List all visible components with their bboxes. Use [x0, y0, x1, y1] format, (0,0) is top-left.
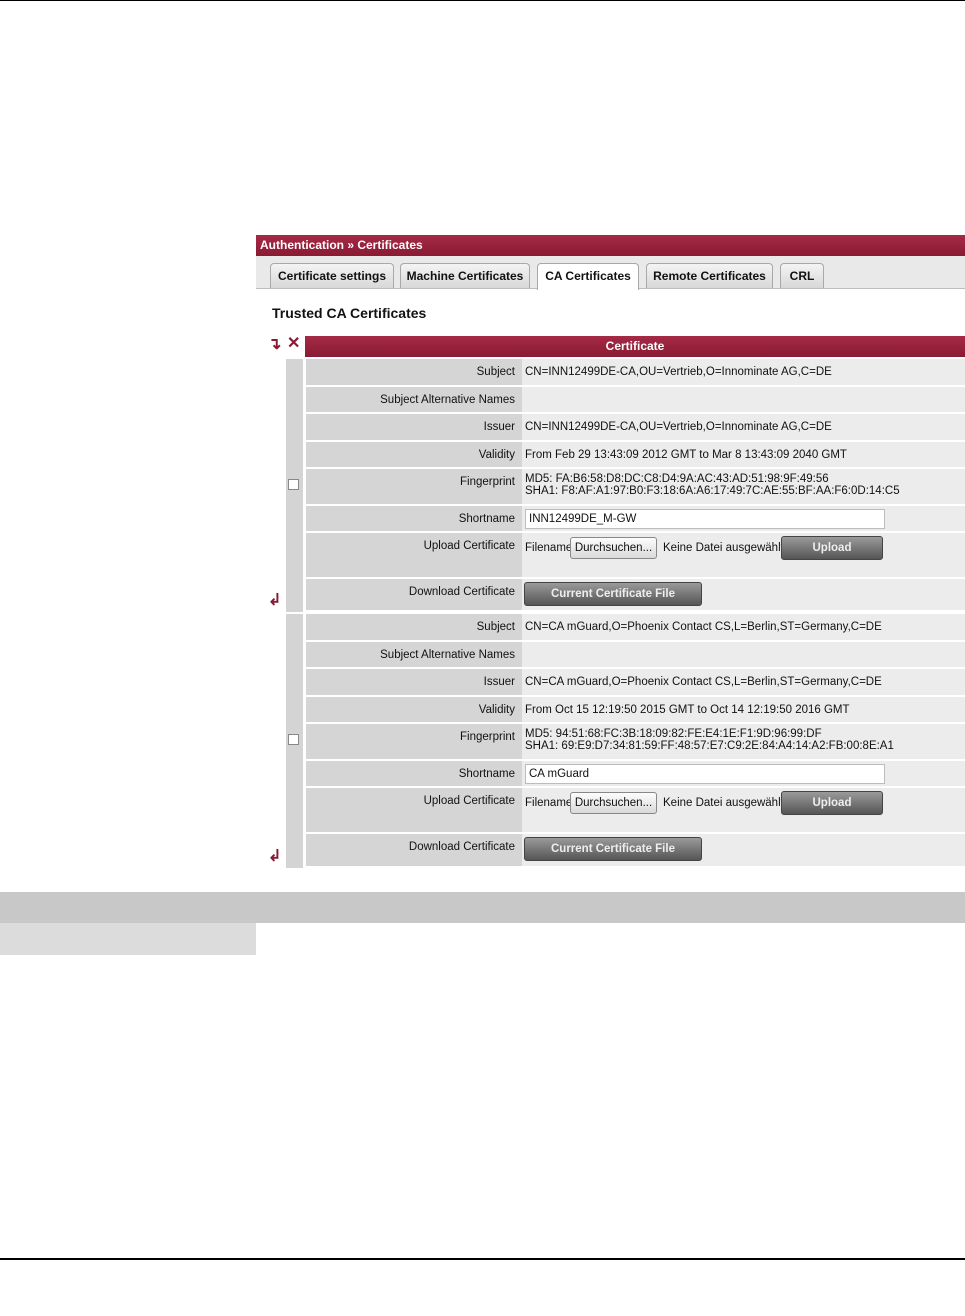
insert-after-icon[interactable]: ↲: [268, 849, 281, 865]
san-label: Subject Alternative Names: [380, 649, 515, 661]
certificate-entry: Subject CN=CA mGuard,O=Phoenix Contact C…: [286, 614, 965, 868]
issuer-label: Issuer: [483, 421, 515, 433]
validity-row: Validity From Oct 15 12:19:50 2015 GMT t…: [306, 697, 965, 724]
tab-ca-certificates[interactable]: CA Certificates: [537, 263, 639, 290]
download-row: Download Certificate Current Certificate…: [306, 834, 965, 868]
san-value: [522, 387, 965, 412]
bottom-rule: [0, 1258, 965, 1260]
validity-text: From Oct 15 12:19:50 2015 GMT to Oct 14 …: [525, 704, 850, 716]
download-certificate-button[interactable]: Current Certificate File: [524, 582, 702, 606]
validity-value: From Oct 15 12:19:50 2015 GMT to Oct 14 …: [522, 697, 965, 722]
subject-text: CN=INN12499DE-CA,OU=Vertrieb,O=Innominat…: [525, 366, 832, 378]
download-label: Download Certificate: [408, 841, 515, 853]
tab-remote-certificates[interactable]: Remote Certificates: [646, 263, 773, 288]
upload-button[interactable]: Upload: [781, 536, 883, 560]
subject-value: CN=INN12499DE-CA,OU=Vertrieb,O=Innominat…: [522, 359, 965, 385]
footer-band: [0, 892, 965, 923]
row-select-column: [286, 614, 303, 868]
table-header: Certificate: [305, 336, 965, 357]
subject-text: CN=CA mGuard,O=Phoenix Contact CS,L=Berl…: [525, 621, 882, 633]
fingerprint-md5: MD5: 94:51:68:FC:3B:18:09:82:FE:E4:1E:F1…: [525, 728, 822, 740]
issuer-label: Issuer: [483, 676, 515, 688]
subject-label: Subject: [476, 621, 515, 633]
issuer-row: Issuer CN=CA mGuard,O=Phoenix Contact CS…: [306, 669, 965, 697]
upload-row: Upload Certificate Filename: Keine Datei…: [306, 788, 965, 834]
tab-certificate-settings[interactable]: Certificate settings: [270, 263, 394, 288]
fingerprint-sha1: SHA1: F8:AF:A1:97:B0:F3:18:6A:A6:17:49:7…: [525, 485, 900, 497]
no-file-text: Keine Datei ausgewählt.: [663, 797, 788, 809]
shortname-row: Shortname INN12499DE_M-GW: [306, 506, 965, 533]
shortname-row: Shortname CA mGuard: [306, 761, 965, 788]
tab-bar: Certificate settings Machine Certificate…: [256, 256, 965, 290]
breadcrumb: Authentication » Certificates: [256, 235, 965, 256]
upload-label: Upload Certificate: [423, 795, 515, 807]
fingerprint-label: Fingerprint: [460, 476, 515, 488]
issuer-text: CN=CA mGuard,O=Phoenix Contact CS,L=Berl…: [525, 676, 882, 688]
mguard-web-ui: Authentication » Certificates Certificat…: [256, 235, 965, 868]
upload-label: Upload Certificate: [423, 540, 515, 552]
san-row: Subject Alternative Names: [306, 387, 965, 414]
top-rule: [0, 0, 965, 1]
subject-row: Subject CN=CA mGuard,O=Phoenix Contact C…: [306, 614, 965, 642]
fingerprint-row: Fingerprint MD5: FA:B6:58:D8:DC:C8:D4:9A…: [306, 469, 965, 506]
validity-label: Validity: [478, 704, 515, 716]
download-certificate-button[interactable]: Current Certificate File: [524, 837, 702, 861]
browse-button[interactable]: Durchsuchen...: [570, 537, 657, 559]
certificate-entry: Subject CN=INN12499DE-CA,OU=Vertrieb,O=I…: [286, 359, 965, 612]
section-title: Trusted CA Certificates: [272, 305, 427, 321]
fingerprint-row: Fingerprint MD5: 94:51:68:FC:3B:18:09:82…: [306, 724, 965, 761]
validity-row: Validity From Feb 29 13:43:09 2012 GMT t…: [306, 442, 965, 469]
filename-label: Filename:: [525, 797, 576, 809]
fingerprint-label: Fingerprint: [460, 731, 515, 743]
subject-row: Subject CN=INN12499DE-CA,OU=Vertrieb,O=I…: [306, 359, 965, 387]
tab-machine-certificates[interactable]: Machine Certificates: [400, 263, 530, 288]
upload-button[interactable]: Upload: [781, 791, 883, 815]
row-select-column: [286, 359, 303, 612]
download-row: Download Certificate Current Certificate…: [306, 579, 965, 612]
shortname-input[interactable]: CA mGuard: [525, 764, 885, 784]
san-row: Subject Alternative Names: [306, 642, 965, 669]
no-file-text: Keine Datei ausgewählt.: [663, 542, 788, 554]
issuer-value: CN=INN12499DE-CA,OU=Vertrieb,O=Innominat…: [522, 414, 965, 440]
footer-band-tab: [0, 923, 256, 955]
issuer-row: Issuer CN=INN12499DE-CA,OU=Vertrieb,O=In…: [306, 414, 965, 442]
shortname-label: Shortname: [458, 513, 515, 525]
fingerprint-sha1: SHA1: 69:E9:D7:34:81:59:FF:48:57:E7:C9:2…: [525, 740, 894, 752]
row-checkbox[interactable]: [288, 479, 299, 490]
fingerprint-value: MD5: 94:51:68:FC:3B:18:09:82:FE:E4:1E:F1…: [522, 724, 965, 759]
fingerprint-value: MD5: FA:B6:58:D8:DC:C8:D4:9A:AC:43:AD:51…: [522, 469, 965, 504]
fingerprint-md5: MD5: FA:B6:58:D8:DC:C8:D4:9A:AC:43:AD:51…: [525, 473, 829, 485]
validity-label: Validity: [478, 449, 515, 461]
issuer-text: CN=INN12499DE-CA,OU=Vertrieb,O=Innominat…: [525, 421, 832, 433]
shortname-input[interactable]: INN12499DE_M-GW: [525, 509, 885, 529]
insert-row-icon[interactable]: ↴: [268, 337, 281, 353]
filename-label: Filename:: [525, 542, 576, 554]
browse-button[interactable]: Durchsuchen...: [570, 792, 657, 814]
subject-label: Subject: [476, 366, 515, 378]
issuer-value: CN=CA mGuard,O=Phoenix Contact CS,L=Berl…: [522, 669, 965, 695]
validity-value: From Feb 29 13:43:09 2012 GMT to Mar 8 1…: [522, 442, 965, 467]
san-label: Subject Alternative Names: [380, 394, 515, 406]
insert-after-icon[interactable]: ↲: [268, 593, 281, 609]
san-value: [522, 642, 965, 667]
upload-row: Upload Certificate Filename: Keine Datei…: [306, 533, 965, 579]
validity-text: From Feb 29 13:43:09 2012 GMT to Mar 8 1…: [525, 449, 847, 461]
shortname-label: Shortname: [458, 768, 515, 780]
tab-crl[interactable]: CRL: [780, 263, 824, 288]
subject-value: CN=CA mGuard,O=Phoenix Contact CS,L=Berl…: [522, 614, 965, 640]
delete-row-icon[interactable]: ✕: [287, 336, 300, 352]
row-checkbox[interactable]: [288, 734, 299, 745]
download-label: Download Certificate: [408, 586, 515, 598]
